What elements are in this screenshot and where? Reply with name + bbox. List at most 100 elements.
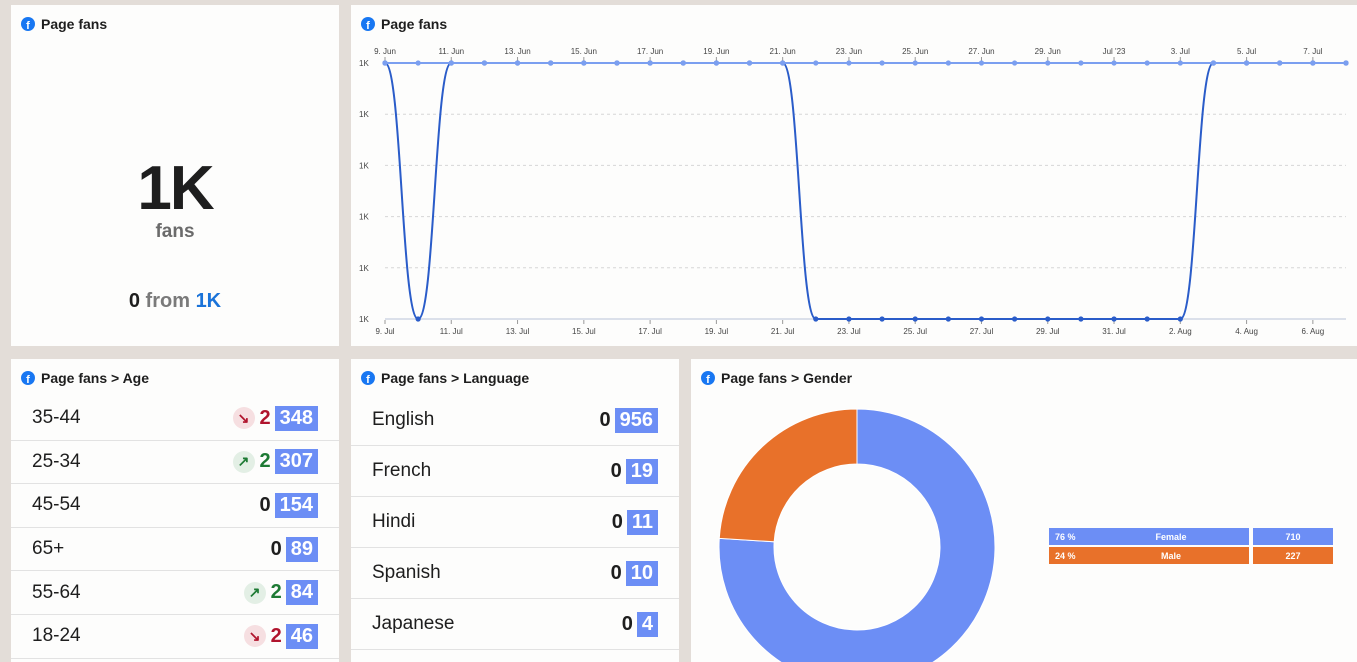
row-delta: 0 xyxy=(610,459,622,482)
row-delta: 2 xyxy=(270,581,282,604)
row-value: 956 xyxy=(614,407,658,433)
data-point-previous xyxy=(912,60,918,66)
table-row: 35-44 ↘ 2 348 xyxy=(11,397,339,441)
trend-chart: 1K 1K 1K 1K 1K 1K 9. Jun 11. Jun 13. Jun 15. Jun 1… xyxy=(359,47,1349,336)
data-point-previous xyxy=(680,60,686,66)
table-row: Spanish 0 10 xyxy=(351,548,679,599)
row-delta: 0 xyxy=(270,537,282,560)
card-title: Page fans xyxy=(41,16,108,32)
x-top-tick-label: 21. Jun xyxy=(770,47,796,56)
trend-up-icon: ↗ xyxy=(243,581,266,604)
legend-percent: 76 % xyxy=(1049,528,1093,545)
row-value: 84 xyxy=(285,580,318,606)
row-delta: 2 xyxy=(259,406,271,429)
data-point-current xyxy=(978,316,985,322)
series-line-current xyxy=(384,61,1346,321)
card-title: Page fans > Age xyxy=(41,370,150,386)
kpi-from-word: from xyxy=(145,290,190,312)
table-row: Hindi 0 11 xyxy=(351,497,679,548)
y-tick-label: 1K xyxy=(359,315,369,324)
row-value: 348 xyxy=(274,405,318,431)
y-tick-label: 1K xyxy=(359,161,369,170)
data-point-previous xyxy=(846,60,852,66)
row-values: 04 xyxy=(621,611,658,637)
y-tick-label: 1K xyxy=(359,264,369,273)
row-label: 35-44 xyxy=(32,407,81,429)
data-point-previous xyxy=(1343,60,1349,66)
row-values: 0 154 xyxy=(259,492,318,518)
data-point-previous xyxy=(879,60,885,66)
data-point-previous xyxy=(415,60,421,66)
x-top-tick-label: 17. Jun xyxy=(637,47,663,56)
x-top-tick-label: 15. Jun xyxy=(571,47,597,56)
x-bottom-tick-label: 11. Jul xyxy=(440,327,463,336)
row-delta: 0 xyxy=(611,510,623,533)
age-card: f Page fans > Age 35-44 ↘ 2 348 25-34 ↗ 2 307 45… xyxy=(11,359,339,662)
card-header: f Page fans > Age xyxy=(21,370,149,386)
trend-card: f Page fans 1K 1K 1K 1K 1K 1K 9. Jun 11. Jun 13.… xyxy=(351,5,1357,346)
data-point-previous xyxy=(1310,60,1316,66)
table-row: 55-64 ↗ 2 84 xyxy=(11,571,339,615)
data-point-previous xyxy=(382,60,388,66)
row-values: 0 10 xyxy=(611,560,658,586)
data-point-current xyxy=(1012,316,1018,322)
data-point-previous xyxy=(813,60,819,66)
row-value: 307 xyxy=(274,449,318,475)
data-point-previous xyxy=(1012,60,1018,66)
row-values: ↗ 2 307 xyxy=(232,449,318,475)
row-delta: 2 xyxy=(270,624,282,647)
x-bottom-tick-label: 6. Aug xyxy=(1302,327,1325,336)
x-top-tick-label: 25. Jun xyxy=(902,47,928,56)
data-point-previous xyxy=(945,60,951,66)
x-bottom-tick-label: 15. Jul xyxy=(572,327,596,336)
kpi-change: 0 xyxy=(128,290,140,312)
data-point-previous xyxy=(1277,60,1283,66)
trend-down-icon: ↘ xyxy=(232,407,255,430)
gender-legend: 76 % Female 710 24 % Male 227 xyxy=(1049,528,1333,566)
data-point-previous xyxy=(548,60,554,66)
row-values: 0 19 xyxy=(610,458,658,484)
data-point-previous xyxy=(614,60,620,66)
data-point-previous xyxy=(780,60,786,66)
data-point-previous xyxy=(1243,60,1250,66)
data-point-current xyxy=(912,316,918,322)
data-point-previous xyxy=(481,60,488,66)
donut-slice-male xyxy=(718,408,858,543)
data-point-previous xyxy=(978,60,985,66)
row-delta: 0 xyxy=(599,408,611,431)
kpi-unit: fans xyxy=(155,221,195,242)
table-row: 18-24 ↘ 2 46 xyxy=(11,615,339,659)
data-point-current xyxy=(1078,316,1084,322)
x-top-tick-label: Jul '23 xyxy=(1103,47,1126,56)
row-value: 10 xyxy=(625,560,658,586)
data-point-previous xyxy=(1078,60,1084,66)
legend-name: Male xyxy=(1093,547,1249,564)
row-label: Hindi xyxy=(372,511,416,532)
row-value: 46 xyxy=(285,623,318,649)
x-top-tick-label: 11. Jun xyxy=(438,47,464,56)
data-point-previous xyxy=(514,60,521,66)
x-top-tick-label: 27. Jun xyxy=(968,47,994,56)
row-delta: 2 xyxy=(259,450,271,473)
data-point-current xyxy=(813,316,819,322)
row-delta: 0 xyxy=(621,612,633,635)
gender-card: f Page fans > Gender 76 % Female 710 24 % Ma… xyxy=(691,359,1357,662)
data-point-current xyxy=(846,316,852,322)
data-point-current xyxy=(879,316,885,322)
x-bottom-tick-label: 29. Jul xyxy=(1036,327,1060,336)
x-bottom-tick-label: 19. Jul xyxy=(705,327,729,336)
data-point-previous xyxy=(581,60,587,66)
table-row: 65+ 0 89 xyxy=(11,528,339,572)
row-label: Japanese xyxy=(372,613,455,634)
x-top-tick-label: 13. Jun xyxy=(504,47,530,56)
row-label: French xyxy=(372,460,432,481)
data-point-previous xyxy=(1144,60,1150,66)
row-value: 4 xyxy=(636,611,658,637)
y-tick-label: 1K xyxy=(359,213,369,222)
trend-up-icon: ↗ xyxy=(232,450,255,473)
data-point-current xyxy=(1177,316,1183,322)
row-label: 45-54 xyxy=(32,494,81,516)
kpi-previous: 1K xyxy=(195,290,222,312)
row-delta: 0 xyxy=(259,493,271,516)
kpi-value: 1K xyxy=(137,154,214,223)
